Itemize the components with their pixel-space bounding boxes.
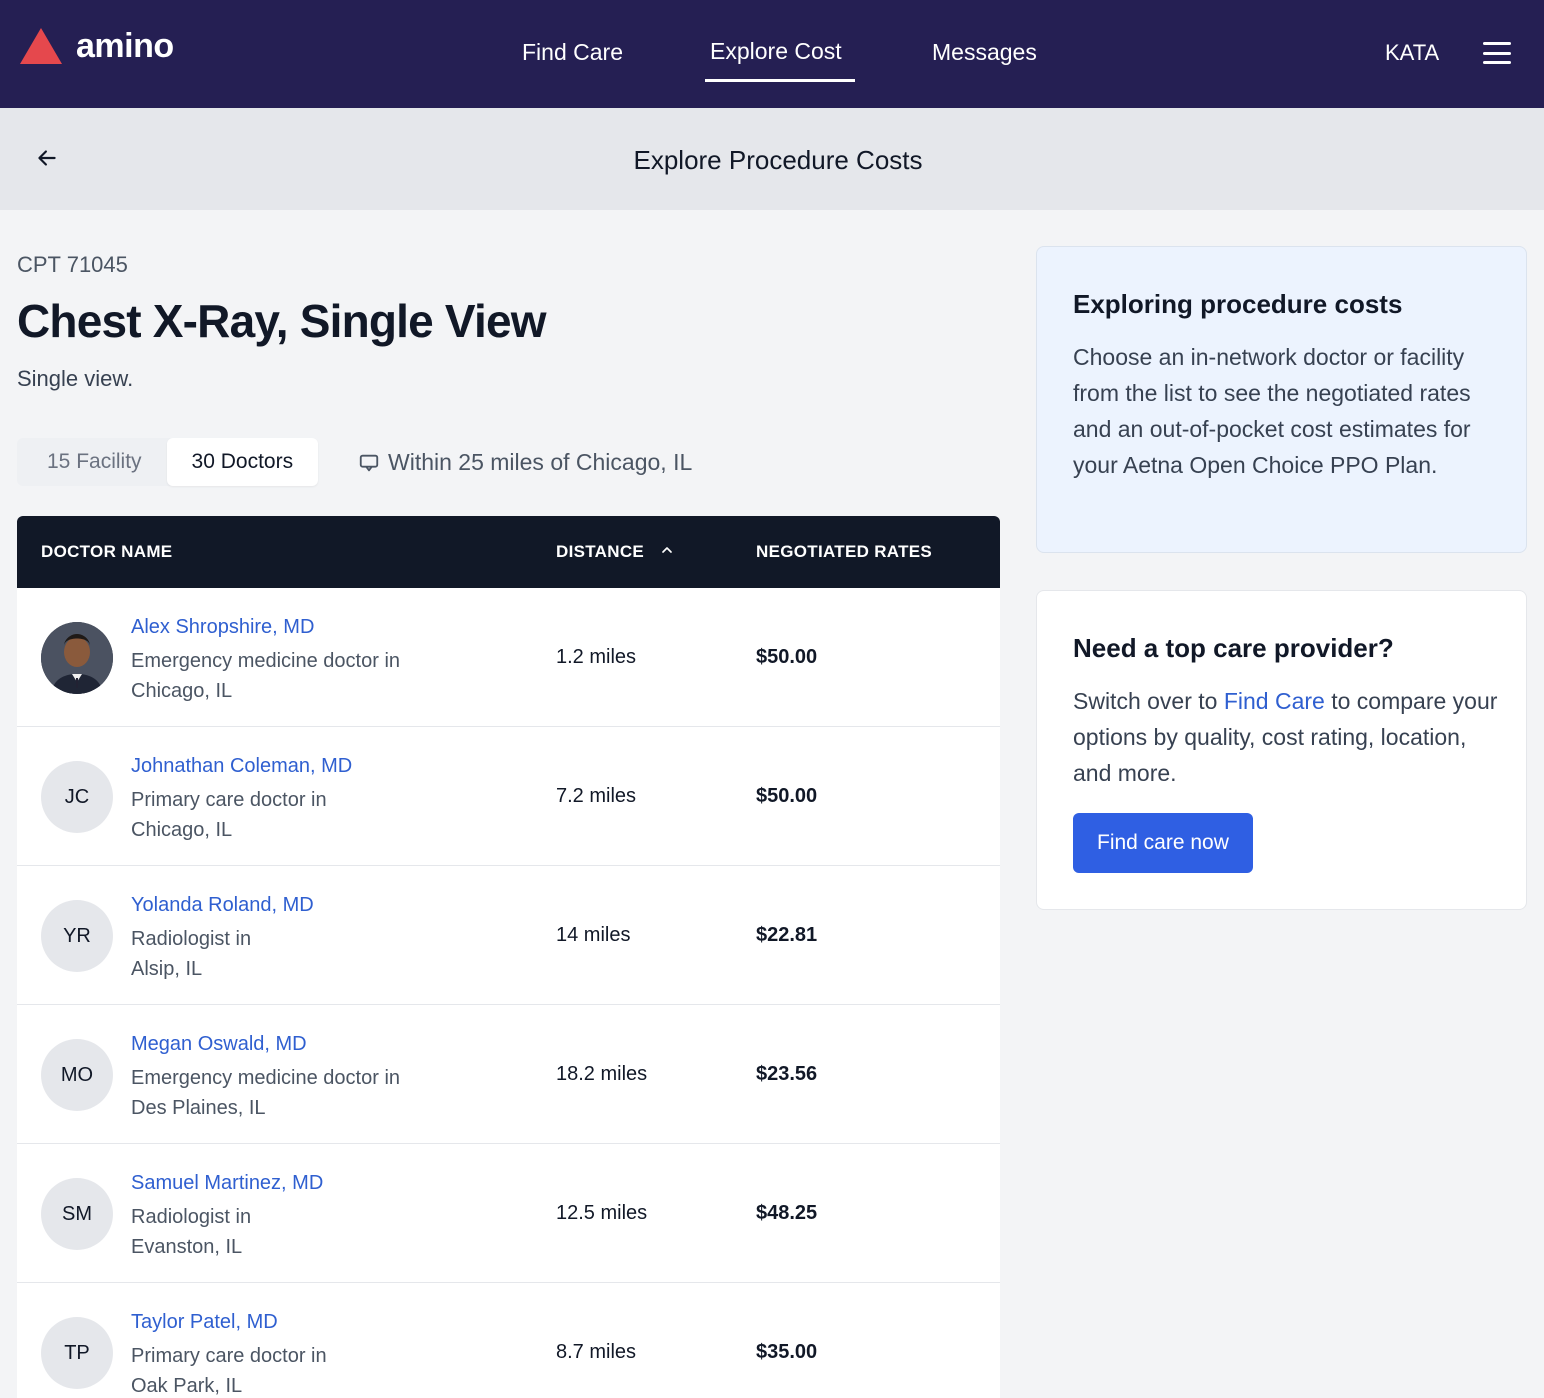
table-row[interactable]: TP Taylor Patel, MD Primary care doctor … [17, 1283, 1000, 1398]
logo-triangle-icon [20, 28, 62, 64]
doctor-city: Chicago, IL [131, 680, 233, 702]
doctor-specialty: Radiologist in Evanston, IL [131, 1202, 451, 1262]
doctor-city: Alsip, IL [131, 958, 203, 980]
hamburger-icon[interactable] [1483, 42, 1511, 64]
provider-card: Need a top care provider? Switch over to… [1036, 590, 1527, 910]
doctor-specialty: Primary care doctor in Oak Park, IL [131, 1341, 451, 1398]
tab-facility[interactable]: 15 Facility [17, 438, 167, 486]
location-filter[interactable]: Within 25 miles of Chicago, IL [358, 449, 692, 476]
cpt-code: CPT 71045 [17, 252, 128, 277]
doctor-name-link[interactable]: Taylor Patel, MD [131, 1311, 278, 1334]
table-row[interactable]: YR Yolanda Roland, MD Radiologist in Als… [17, 866, 1000, 1005]
chevron-up-icon[interactable] [659, 542, 675, 563]
doctor-distance: 14 miles [556, 924, 631, 946]
doctor-city: Chicago, IL [131, 819, 233, 841]
procedure-title: Chest X-Ray, Single View [17, 295, 547, 347]
column-distance-label: DISTANCE [556, 542, 645, 561]
nav-active-indicator [705, 79, 855, 82]
procedure-subtitle: Single view. [17, 366, 134, 391]
doctor-name-link[interactable]: Johnathan Coleman, MD [131, 755, 352, 778]
doctor-name-link[interactable]: Megan Oswald, MD [131, 1033, 307, 1056]
avatar: TP [41, 1317, 113, 1389]
doctor-rate: $35.00 [756, 1341, 818, 1363]
doctor-city: Des Plaines, IL [131, 1097, 266, 1119]
doctors-table: DOCTOR NAME DISTANCE NEGOTIATED RATES Al… [17, 516, 1000, 1398]
doctor-specialty-label: Emergency medicine doctor in [131, 650, 401, 672]
table-row[interactable]: Alex Shropshire, MD Emergency medicine d… [17, 588, 1000, 727]
doctor-name-link[interactable]: Alex Shropshire, MD [131, 616, 314, 639]
doctor-distance: 12.5 miles [556, 1202, 648, 1224]
top-nav: amino Find Care Explore Cost Messages KA… [0, 0, 1544, 108]
provider-card-body: Switch over to Find Care to compare your… [1073, 683, 1503, 791]
column-distance[interactable]: DISTANCE [556, 542, 675, 563]
nav-find-care[interactable]: Find Care [522, 38, 623, 66]
info-card: Exploring procedure costs Choose an in-n… [1036, 246, 1527, 553]
doctor-distance: 8.7 miles [556, 1341, 637, 1363]
user-account[interactable]: KATA [1385, 40, 1439, 66]
doctor-specialty-label: Primary care doctor in [131, 1345, 327, 1367]
page-header: Explore Procedure Costs [0, 108, 1544, 210]
doctor-photo [41, 622, 113, 694]
doctor-distance: 18.2 miles [556, 1063, 648, 1085]
avatar: SM [41, 1178, 113, 1250]
provider-card-title: Need a top care provider? [1073, 633, 1394, 663]
doctor-specialty: Radiologist in Alsip, IL [131, 924, 451, 984]
doctor-rate: $48.25 [756, 1202, 818, 1224]
doctor-specialty: Primary care doctor in Chicago, IL [131, 785, 451, 845]
amino-logo[interactable]: amino [20, 28, 174, 64]
info-card-title: Exploring procedure costs [1073, 289, 1403, 319]
table-header: DOCTOR NAME DISTANCE NEGOTIATED RATES [17, 516, 1000, 588]
nav-explore-cost[interactable]: Explore Cost [710, 37, 842, 65]
avatar [41, 622, 113, 694]
provider-card-text-before: Switch over to [1073, 688, 1224, 714]
find-care-link[interactable]: Find Care [1224, 688, 1325, 714]
doctor-rate: $50.00 [756, 646, 818, 668]
doctor-rate: $22.81 [756, 924, 818, 946]
table-row[interactable]: MO Megan Oswald, MD Emergency medicine d… [17, 1005, 1000, 1144]
find-care-now-button[interactable]: Find care now [1073, 813, 1253, 873]
table-row[interactable]: SM Samuel Martinez, MD Radiologist in Ev… [17, 1144, 1000, 1283]
doctor-specialty-label: Primary care doctor in [131, 789, 327, 811]
doctor-specialty-label: Radiologist in [131, 1206, 252, 1228]
doctor-name-link[interactable]: Yolanda Roland, MD [131, 894, 314, 917]
location-label: Within 25 miles of Chicago, IL [388, 449, 693, 475]
doctor-city: Evanston, IL [131, 1236, 243, 1258]
avatar: YR [41, 900, 113, 972]
doctor-specialty-label: Radiologist in [131, 928, 252, 950]
avatar: MO [41, 1039, 113, 1111]
doctor-specialty: Emergency medicine doctor in Chicago, IL [131, 646, 451, 706]
avatar: JC [41, 761, 113, 833]
logo-text: amino [76, 27, 174, 65]
doctor-distance: 1.2 miles [556, 646, 637, 668]
doctor-specialty-label: Emergency medicine doctor in [131, 1067, 401, 1089]
doctor-name-link[interactable]: Samuel Martinez, MD [131, 1172, 323, 1195]
table-row[interactable]: JC Johnathan Coleman, MD Primary care do… [17, 727, 1000, 866]
info-card-body: Choose an in-network doctor or facility … [1073, 344, 1471, 478]
tab-doctors[interactable]: 30 Doctors [166, 438, 319, 486]
column-negotiated-rates: NEGOTIATED RATES [756, 542, 933, 561]
page-title: Explore Procedure Costs [633, 145, 923, 175]
provider-type-tabs: 15 Facility 30 Doctors [17, 438, 319, 486]
doctor-city: Oak Park, IL [131, 1375, 243, 1397]
map-pin-icon [359, 454, 379, 471]
doctor-rate: $23.56 [756, 1063, 818, 1085]
doctor-distance: 7.2 miles [556, 785, 637, 807]
column-doctor-name: DOCTOR NAME [41, 542, 173, 561]
doctor-rate: $50.00 [756, 785, 818, 807]
doctor-specialty: Emergency medicine doctor in Des Plaines… [131, 1063, 451, 1123]
nav-messages[interactable]: Messages [932, 38, 1037, 66]
